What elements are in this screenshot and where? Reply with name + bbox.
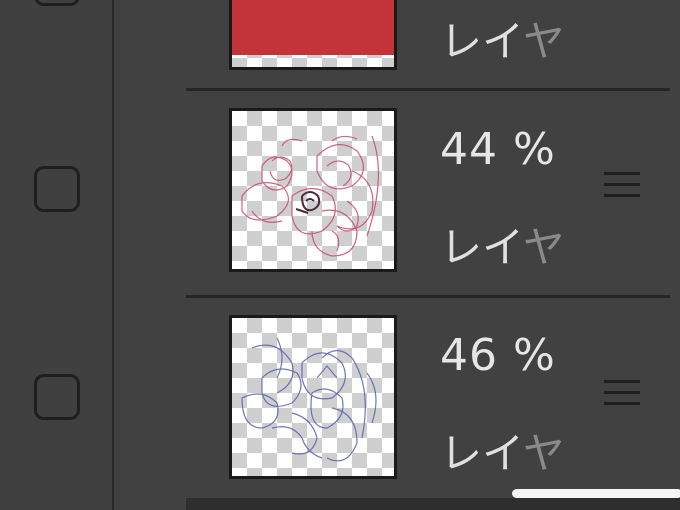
layer-visibility-checkbox-3[interactable] [34,374,80,420]
layer-list [120,0,680,510]
layer-menu-hamburger-icon-3[interactable] [604,380,640,414]
blue-sketch-drawing [241,337,377,462]
layer-name-3: レイヤ [440,420,565,481]
layer-thumbnail-2 [229,108,397,272]
layer-name-fade-3: ヤ [522,429,565,478]
layer-name-main-3: レイ [440,429,523,478]
layer-opacity-3: 46 % [440,330,556,381]
pink-sketch-drawing [241,135,380,257]
layer-menu-hamburger-icon-2[interactable] [604,172,640,206]
layer-name-2: レイヤ [440,214,565,275]
layer-name-main-1: レイ [440,17,523,66]
layer-name-1: レイヤ [440,8,565,69]
layer-separator-1 [186,88,670,91]
red-fill-swatch [232,0,394,55]
layer-thumbnail-3 [229,315,397,479]
layer-name-main-2: レイ [440,223,523,272]
layer-opacity-2: 44 % [440,124,556,175]
layer-panel-screen: レイヤ 44 % レイヤ 46 % レイヤ [0,0,680,510]
layer-name-fade-1: ヤ [522,17,565,66]
layer-visibility-checkbox-1[interactable] [34,0,80,6]
layer-visibility-checkbox-2[interactable] [34,166,80,212]
layer-visibility-column [0,0,114,510]
layer-separator-2 [186,295,670,298]
home-indicator-bar[interactable] [512,489,680,498]
layer-list-bottom-edge [186,498,680,510]
layer-name-fade-2: ヤ [522,223,565,272]
layer-thumbnail-1 [229,0,397,70]
